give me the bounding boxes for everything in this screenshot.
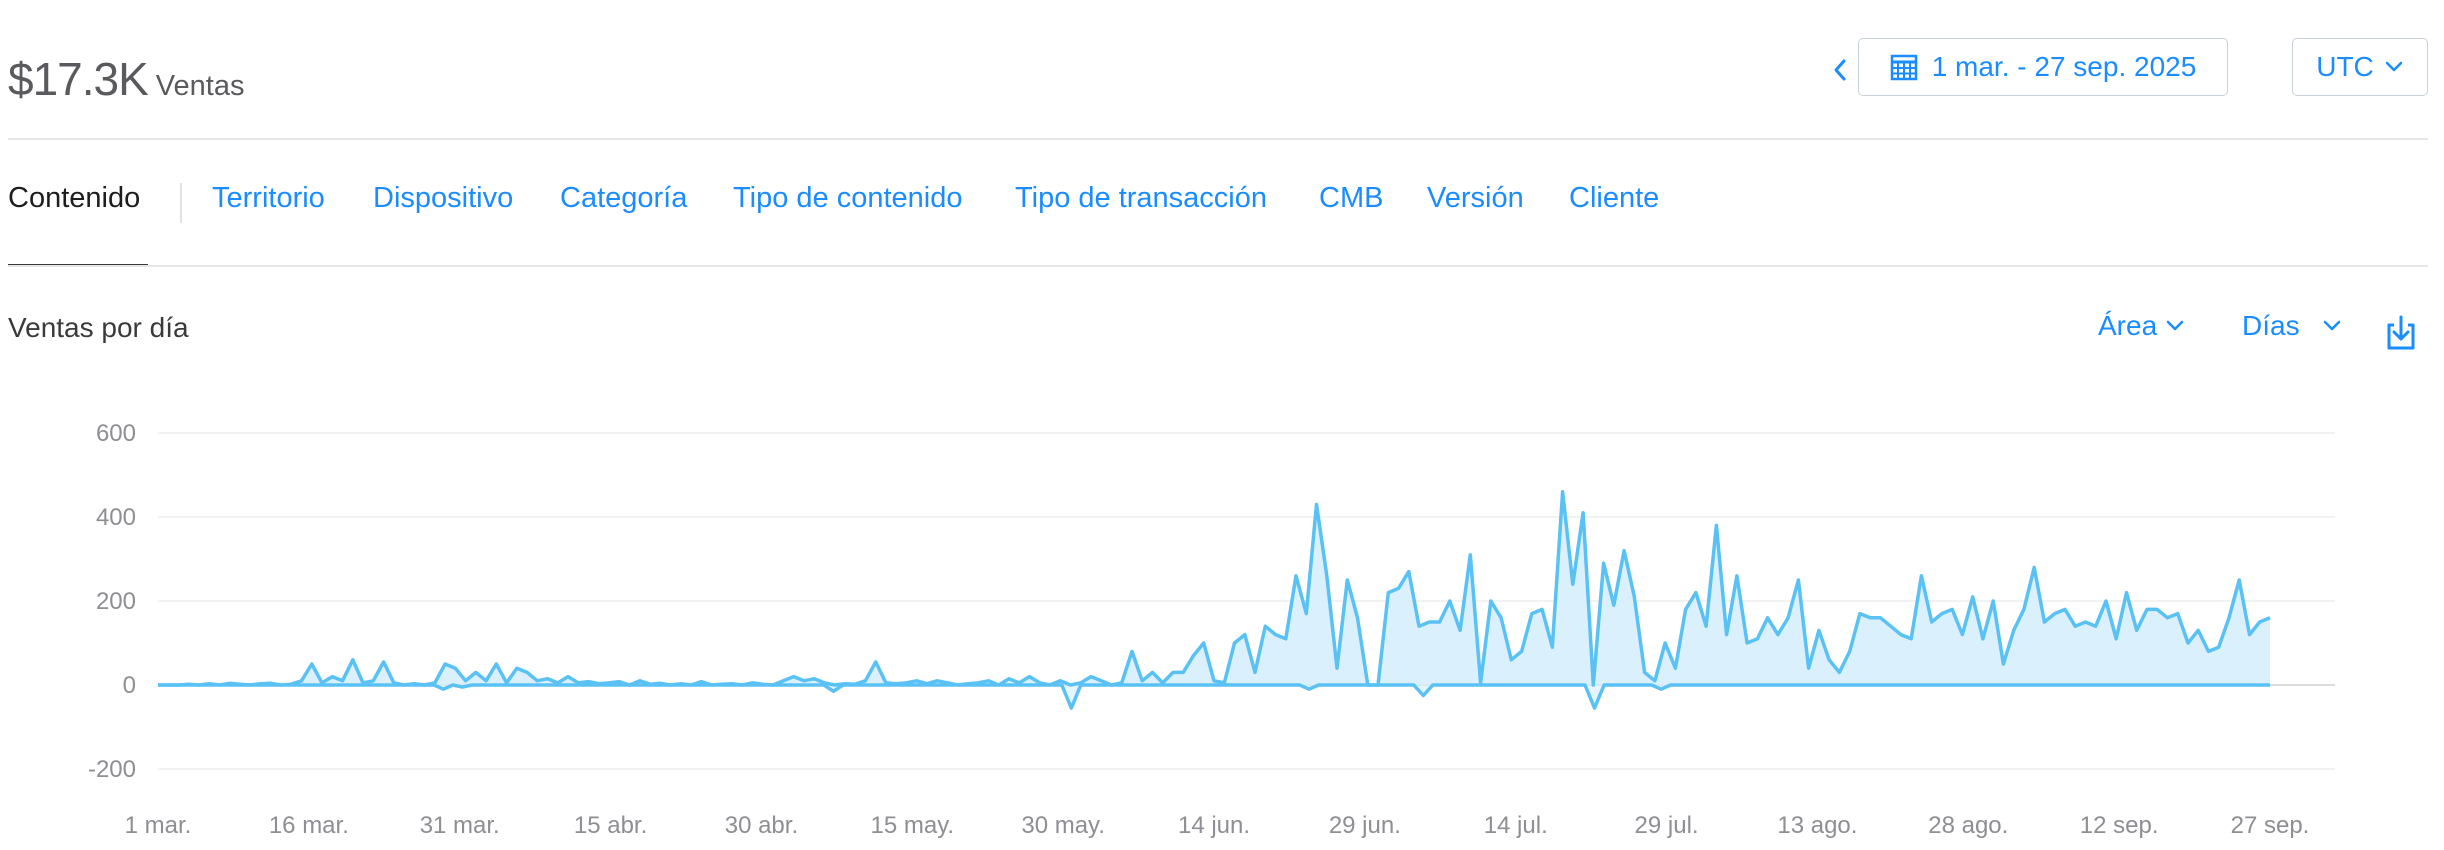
x-tick-label: 28 ago. [1928, 812, 2008, 839]
x-tick-label: 15 abr. [574, 812, 647, 839]
chart-title: Ventas por día [8, 312, 189, 343]
x-tick-label: 30 abr. [725, 812, 798, 839]
x-tick-label: 30 may. [1021, 812, 1105, 839]
x-tick-label: 29 jun. [1329, 812, 1401, 839]
x-tick-label: 31 mar. [420, 812, 500, 839]
x-tick-label: 15 may. [870, 812, 954, 839]
series-line [158, 683, 2270, 710]
tab-version[interactable]: Versión [1427, 182, 1524, 215]
tab-categoria[interactable]: Categoría [560, 182, 687, 215]
x-tick-label: 13 ago. [1777, 812, 1857, 839]
y-tick-label: 0 [123, 672, 136, 699]
timezone-select[interactable]: UTC [2292, 38, 2428, 96]
tab-dispositivo[interactable]: Dispositivo [373, 182, 513, 215]
interval-label: Días [2242, 310, 2300, 341]
date-range-button[interactable]: 1 mar. - 27 sep. 2025 [1858, 38, 2228, 96]
tab-tipo-de-contenido[interactable]: Tipo de contenido [733, 182, 962, 215]
x-tick-label: 14 jul. [1484, 812, 1548, 839]
x-tick-label: 16 mar. [269, 812, 349, 839]
download-icon[interactable] [2384, 312, 2418, 352]
tab-separator [180, 183, 182, 223]
tab-cmb[interactable]: CMB [1319, 182, 1383, 215]
chevron-down-icon [2166, 320, 2184, 331]
sales-area-chart: 600 400 200 0 -200 1 mar. 16 mar. 31 mar. 15 ab… [88, 420, 2335, 839]
x-tick-label: 1 mar. [125, 812, 192, 839]
tab-territorio[interactable]: Territorio [212, 182, 325, 215]
x-tick-label: 12 sep. [2080, 812, 2159, 839]
chevron-left-icon[interactable] [1828, 53, 1852, 87]
tab-contenido[interactable]: Contenido [8, 182, 140, 215]
timezone-label: UTC [2316, 51, 2374, 82]
x-tick-label: 29 jul. [1635, 812, 1699, 839]
y-tick-label: -200 [88, 756, 136, 783]
tab-cliente[interactable]: Cliente [1569, 182, 1659, 215]
y-tick-label: 600 [96, 420, 136, 447]
x-tick-label: 27 sep. [2231, 812, 2310, 839]
chevron-down-icon [2323, 320, 2340, 331]
calendar-icon [1890, 54, 1917, 81]
y-tick-label: 400 [96, 504, 136, 531]
chart-type-select[interactable]: Área [2098, 310, 2185, 342]
sales-summary: $17.3K Ventas [8, 52, 244, 106]
header-divider [8, 138, 2428, 140]
chevron-down-icon [2385, 61, 2403, 72]
series-area-fill [158, 491, 2270, 685]
chart-type-label: Área [2098, 310, 2158, 341]
interval-select[interactable]: Días [2242, 310, 2342, 342]
sales-label: Ventas [155, 70, 245, 102]
sales-total: $17.3K [8, 53, 149, 105]
series-area-fill [158, 685, 2270, 709]
x-tick-label: 14 jun. [1178, 812, 1250, 839]
date-range-label: 1 mar. - 27 sep. 2025 [1931, 51, 2197, 82]
tab-tipo-de-transaccion[interactable]: Tipo de transacción [1015, 182, 1267, 215]
tabs-divider [8, 265, 2428, 267]
y-tick-label: 200 [96, 588, 136, 615]
